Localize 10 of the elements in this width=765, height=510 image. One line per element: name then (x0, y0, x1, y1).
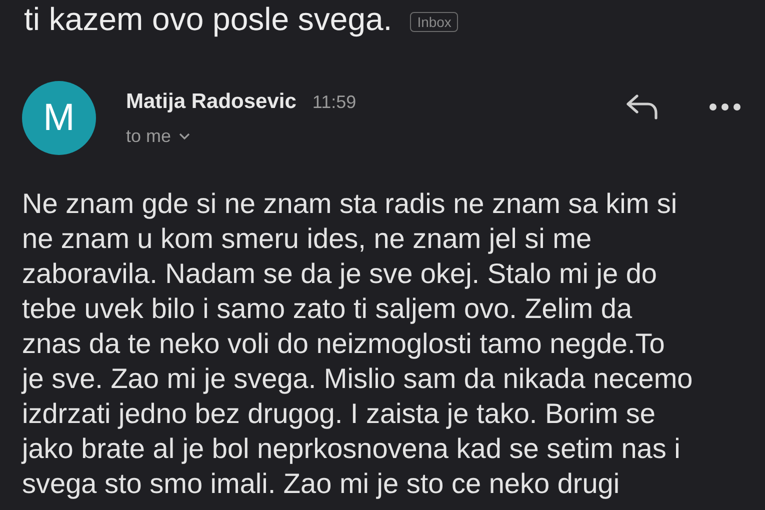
inbox-label[interactable]: Inbox (410, 12, 458, 32)
sender-name: Matija Radosevic (126, 90, 296, 114)
sent-time: 11:59 (312, 92, 356, 112)
more-button[interactable] (709, 103, 741, 111)
chevron-down-icon (179, 132, 190, 140)
message-body: Ne znam gde si ne znam sta radis ne znam sa kim si ne znam u kom smeru ides, ne znam jel si me zaboravila. Nadam se da je sve okej. Stalo mi je do tebe uvek bilo i samo zato ti saljem ovo. Zelim da znas da te neko voli do neizmoglosti tamo negde.To je sve. Zao mi je svega. Mislio sam da nikada necemo izdrzati jedno bez drugog. I zaista je tako. Borim se jako brate al je bol neprkosnovena kad se setim nas i svega sto smo imali. Zao mi je sto ce neko drugi (22, 187, 694, 501)
recipient-toggle[interactable]: to me (126, 126, 190, 146)
sender-avatar: M (22, 81, 96, 155)
email-subject: ti kazem ovo posle svega. (24, 0, 392, 38)
reply-button[interactable] (625, 94, 659, 120)
